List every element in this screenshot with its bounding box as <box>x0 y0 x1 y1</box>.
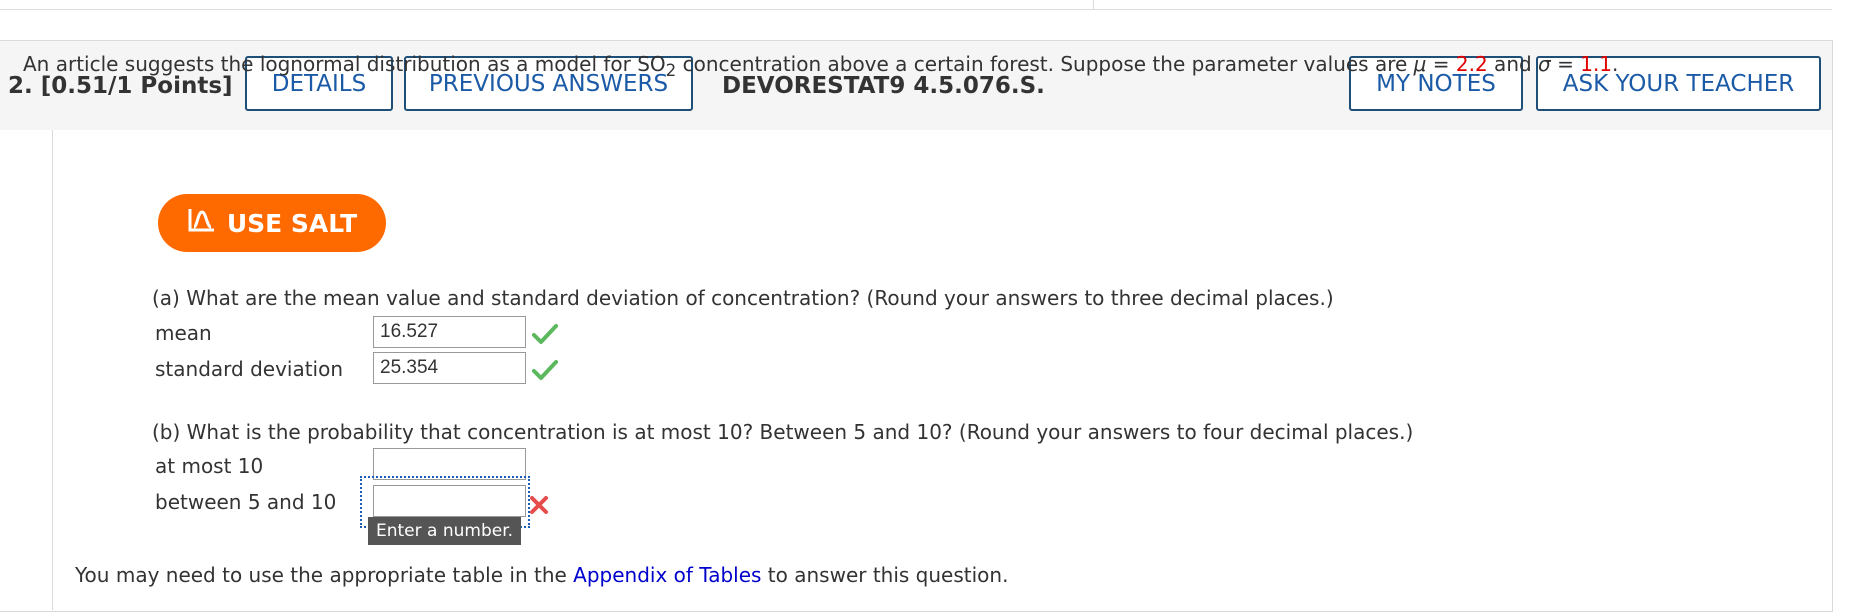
mu-symbol: μ <box>1413 52 1427 76</box>
use-salt-label: USE SALT <box>226 208 358 238</box>
footer-text-after: to answer this question. <box>761 563 1009 587</box>
intro-text-middle: concentration above a certain forest. Su… <box>676 52 1414 76</box>
and-text: and <box>1487 52 1539 76</box>
sigma-symbol: σ <box>1538 52 1551 76</box>
footer-text-before: You may need to use the appropriate tabl… <box>75 563 574 587</box>
part-a-question: (a) What are the mean value and standard… <box>152 286 1334 310</box>
mean-label: mean <box>155 321 212 345</box>
check-icon <box>532 323 558 349</box>
standard-deviation-label: standard deviation <box>155 357 344 381</box>
question-container: 2. [0.51/1 Points] DETAILS PREVIOUS ANSW… <box>0 40 1833 612</box>
sigma-value: 1.1 <box>1580 52 1613 76</box>
mean-input[interactable] <box>373 316 526 348</box>
so2-subscript: 2 <box>665 61 677 80</box>
strip-divider <box>1093 0 1094 9</box>
part-b-question: (b) What is the probability that concent… <box>152 420 1414 444</box>
between-5-and-10-input[interactable] <box>373 485 526 517</box>
use-salt-button[interactable]: USE SALT <box>158 194 386 252</box>
check-icon <box>532 359 558 385</box>
period: . <box>1612 52 1619 76</box>
appendix-of-tables-link[interactable]: Appendix of Tables <box>573 563 761 587</box>
between-5-and-10-label: between 5 and 10 <box>155 490 337 514</box>
footer-note: You may need to use the appropriate tabl… <box>75 563 1008 587</box>
mu-value: 2.2 <box>1455 52 1488 76</box>
standard-deviation-input[interactable] <box>373 352 526 384</box>
equals-sign: = <box>1550 52 1581 76</box>
salt-icon <box>187 207 217 239</box>
intro-text-before: An article suggests the lognormal distri… <box>23 52 666 76</box>
equals-sign: = <box>1426 52 1456 76</box>
validation-tooltip: Enter a number. <box>368 517 522 545</box>
previous-question-strip <box>0 0 1832 10</box>
question-intro: An article suggests the lognormal distri… <box>23 52 1618 80</box>
at-most-10-label: at most 10 <box>155 454 264 478</box>
x-icon <box>528 494 550 520</box>
